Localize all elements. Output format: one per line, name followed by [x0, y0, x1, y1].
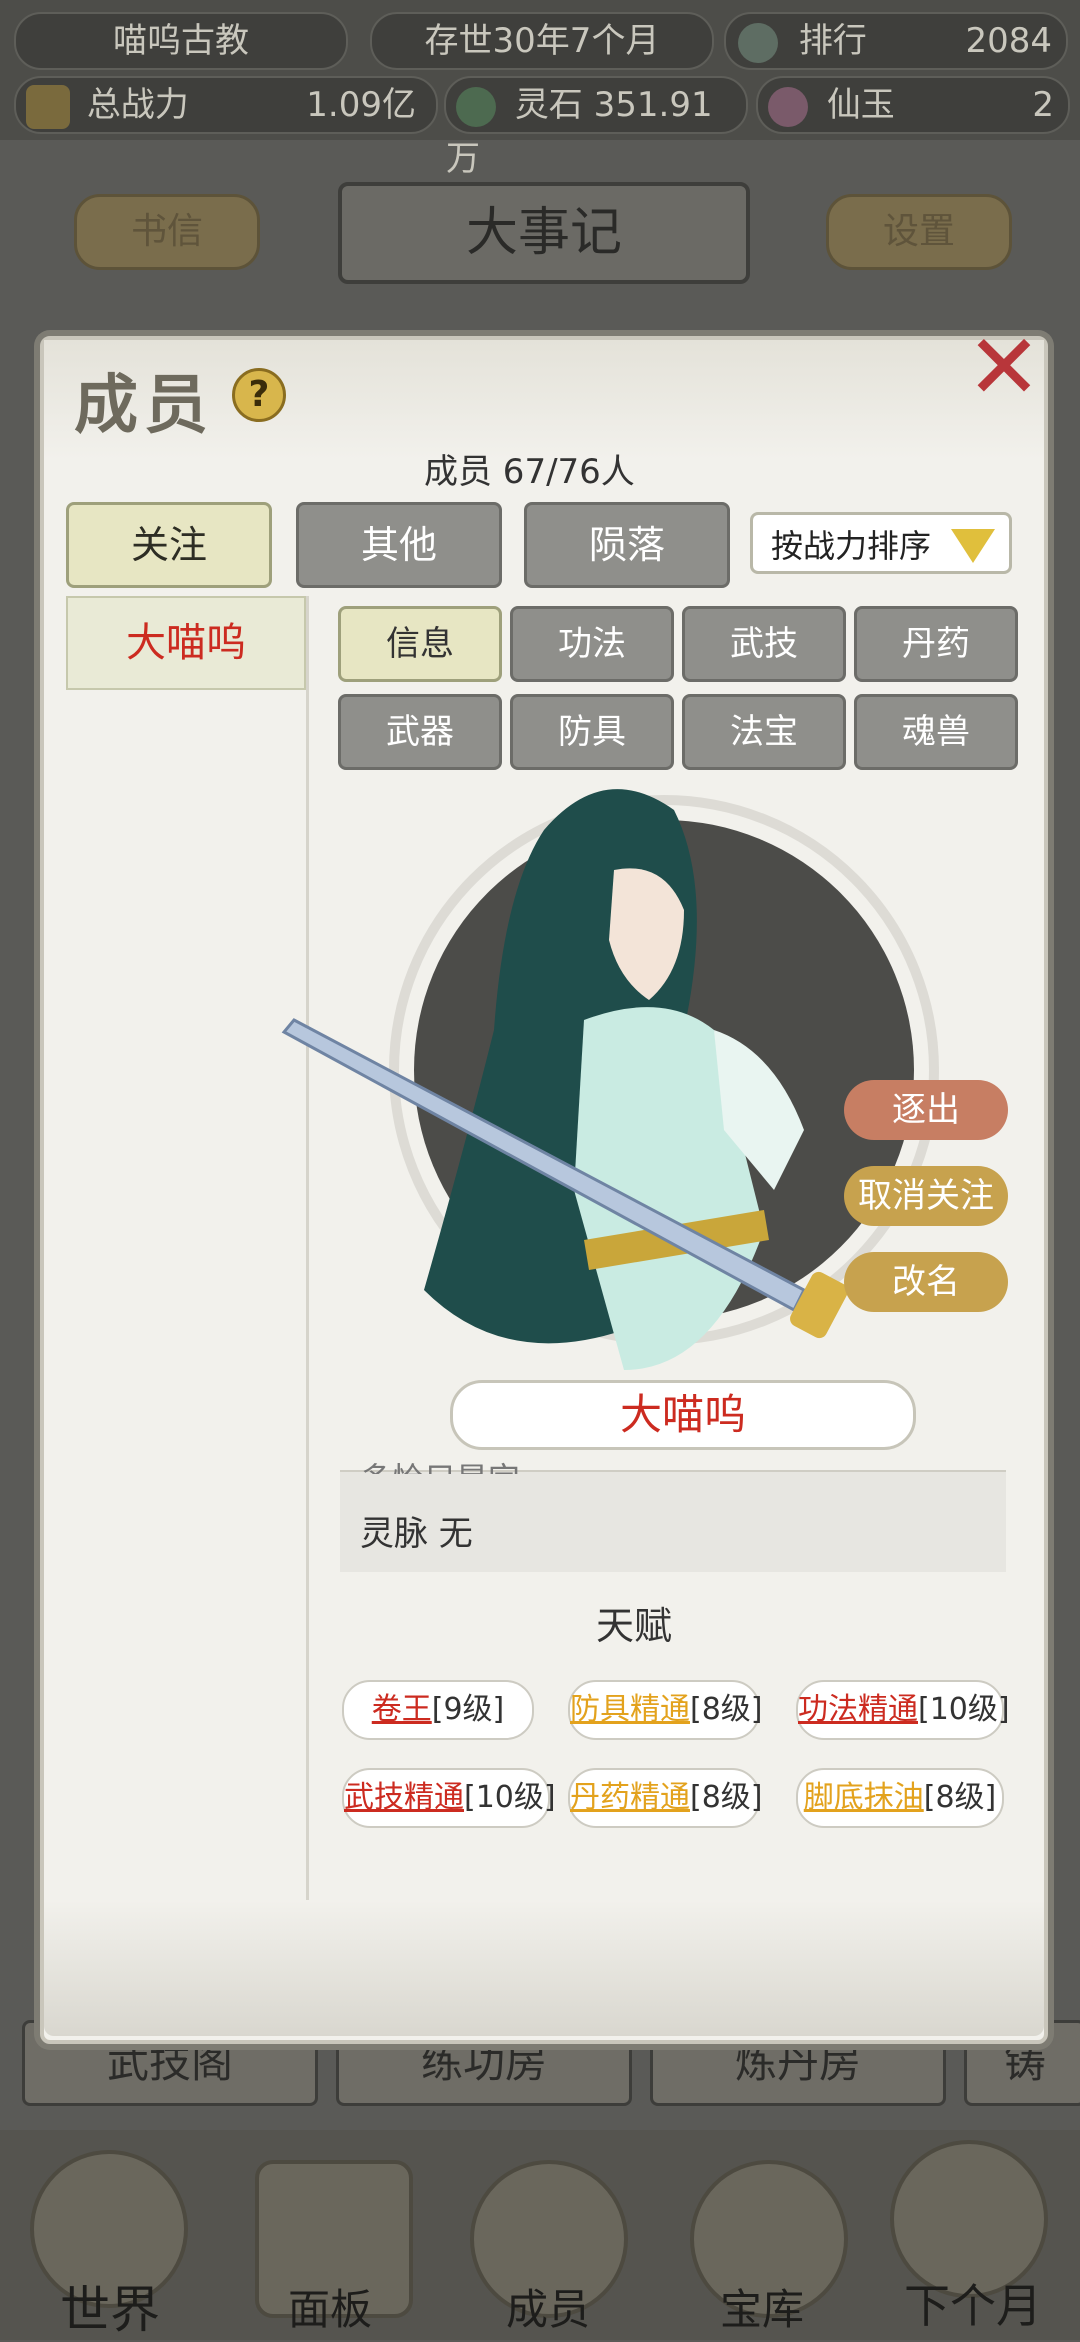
expel-button[interactable]: 逐出 [844, 1080, 1008, 1140]
subtab-techniques[interactable]: 功法 [510, 606, 674, 682]
sect-age: 存世30年7个月 [370, 12, 714, 70]
talent-badge[interactable]: 脚底抹油[8级] [796, 1768, 1004, 1828]
talent-level: [8级] [923, 1780, 997, 1815]
partial-info-row: 多恰只是完 [360, 1454, 520, 1474]
talent-badge[interactable]: 丹药精通[8级] [568, 1768, 763, 1828]
power-icon [26, 84, 70, 129]
sect-name: 喵呜古教 [14, 12, 348, 70]
subtab-artifacts[interactable]: 法宝 [682, 694, 846, 770]
talent-name: 丹药精通 [570, 1780, 690, 1815]
jade-value: 2 [1032, 85, 1054, 125]
nav-next-month[interactable]: 下个月 [868, 2270, 1078, 2333]
nav-world[interactable]: 世界 [20, 2270, 200, 2339]
nav-panel[interactable]: 面板 [240, 2276, 420, 2336]
power-label: 总战力 [86, 85, 189, 125]
talent-name: 防具精通 [570, 1692, 690, 1727]
settings-button[interactable]: 设置 [826, 194, 1012, 270]
talent-badge[interactable]: 武技精通[10级] [342, 1768, 556, 1828]
dialog-title: 成员 [74, 368, 214, 443]
subtab-armor[interactable]: 防具 [510, 694, 674, 770]
rank-display[interactable]: 排行 2084 [724, 12, 1068, 70]
talent-badge[interactable]: 功法精通[10级] [796, 1680, 1010, 1740]
rank-label: 排行 [798, 21, 867, 61]
sort-label: 按战力排序 [771, 527, 932, 565]
talent-badge[interactable]: 防具精通[8级] [568, 1680, 763, 1740]
nav-treasury[interactable]: 宝库 [672, 2276, 852, 2336]
nav-members[interactable]: 成员 [458, 2276, 638, 2336]
list-item[interactable]: 大喵呜 [66, 596, 306, 690]
tab-fallen[interactable]: 陨落 [524, 502, 730, 588]
total-power: 总战力 1.09亿 [14, 76, 438, 134]
talent-level: [9级] [431, 1692, 505, 1727]
spirit-vein-row: 灵脉 无 [360, 1514, 473, 1554]
talent-name: 功法精通 [798, 1692, 918, 1727]
talent-level: [10级] [918, 1692, 1010, 1727]
subtab-pills[interactable]: 丹药 [854, 606, 1018, 682]
member-name-banner: 大喵呜 [450, 1380, 916, 1450]
tab-others[interactable]: 其他 [296, 502, 502, 588]
unfollow-button[interactable]: 取消关注 [844, 1166, 1008, 1226]
talent-name: 脚底抹油 [803, 1780, 924, 1815]
jade-display: 仙玉 2 [756, 76, 1070, 134]
dialog-footer-decoration [44, 1900, 1044, 2036]
chronicle-title: 大事记 [338, 182, 750, 284]
spirit-stone-display: 灵石 351.91万 [444, 76, 748, 179]
jade-label: 仙玉 [826, 85, 895, 125]
rename-button[interactable]: 改名 [844, 1252, 1008, 1312]
close-icon[interactable]: ✕ [964, 323, 1044, 413]
rank-icon [738, 22, 778, 63]
power-value: 1.09亿 [306, 85, 416, 125]
sort-dropdown[interactable]: 按战力排序 [750, 512, 1012, 574]
subtab-martial-skills[interactable]: 武技 [682, 606, 846, 682]
talent-badge[interactable]: 卷王[9级] [342, 1680, 534, 1740]
dropdown-triangle-icon [951, 529, 995, 563]
subtab-spirit-beasts[interactable]: 魂兽 [854, 694, 1018, 770]
spirit-stone-icon [456, 86, 496, 127]
members-dialog: 成员 ? ✕ 成员 67/76人 关注 其他 陨落 按战力排序 大喵呜 信息 功… [40, 323, 1048, 2044]
talent-level: [8级] [690, 1780, 763, 1815]
rank-value: 2084 [965, 21, 1052, 61]
talent-heading: 天赋 [595, 1604, 672, 1648]
subtab-info[interactable]: 信息 [338, 606, 502, 682]
talent-level: [8级] [690, 1692, 763, 1727]
tab-followed[interactable]: 关注 [66, 502, 272, 588]
help-icon[interactable]: ? [232, 368, 286, 422]
member-count: 成员 67/76人 [424, 452, 635, 492]
talent-name: 卷王 [371, 1692, 432, 1727]
jade-icon [768, 86, 808, 127]
subtab-weapons[interactable]: 武器 [338, 694, 502, 770]
member-info-box: 多恰只是完 灵脉 无 [340, 1460, 1006, 1572]
letters-button[interactable]: 书信 [74, 194, 260, 270]
talent-name: 武技精通 [344, 1780, 464, 1815]
talent-level: [10级] [464, 1780, 556, 1815]
